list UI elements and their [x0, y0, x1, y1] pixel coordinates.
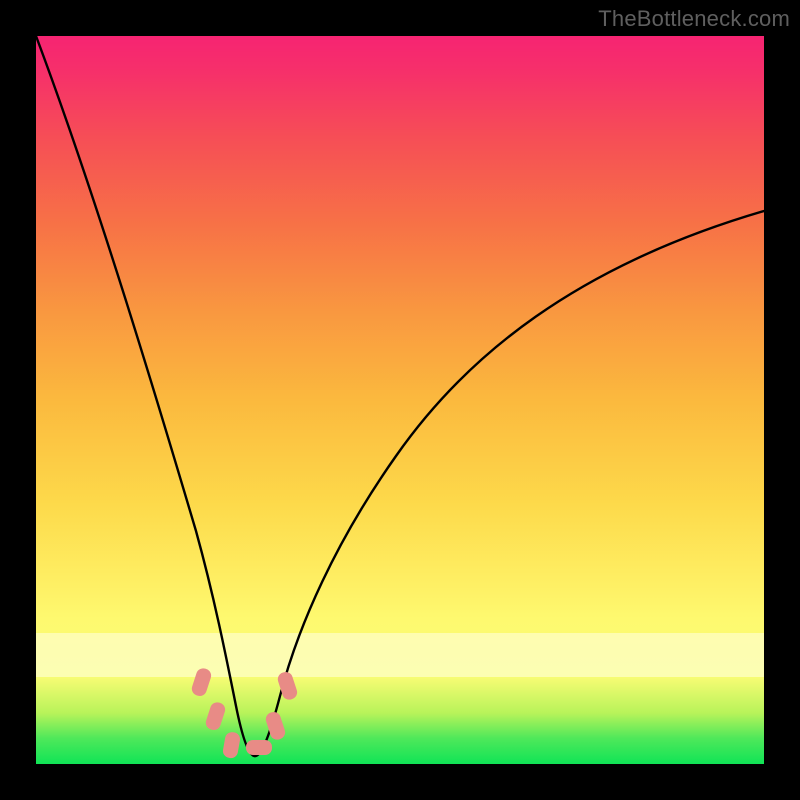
watermark-text: TheBottleneck.com [598, 6, 790, 32]
chart-frame: TheBottleneck.com [0, 0, 800, 800]
plot-area [36, 36, 764, 764]
chart-svg [36, 36, 764, 764]
bottleneck-curve [36, 36, 764, 756]
highlight-dots [190, 667, 299, 760]
